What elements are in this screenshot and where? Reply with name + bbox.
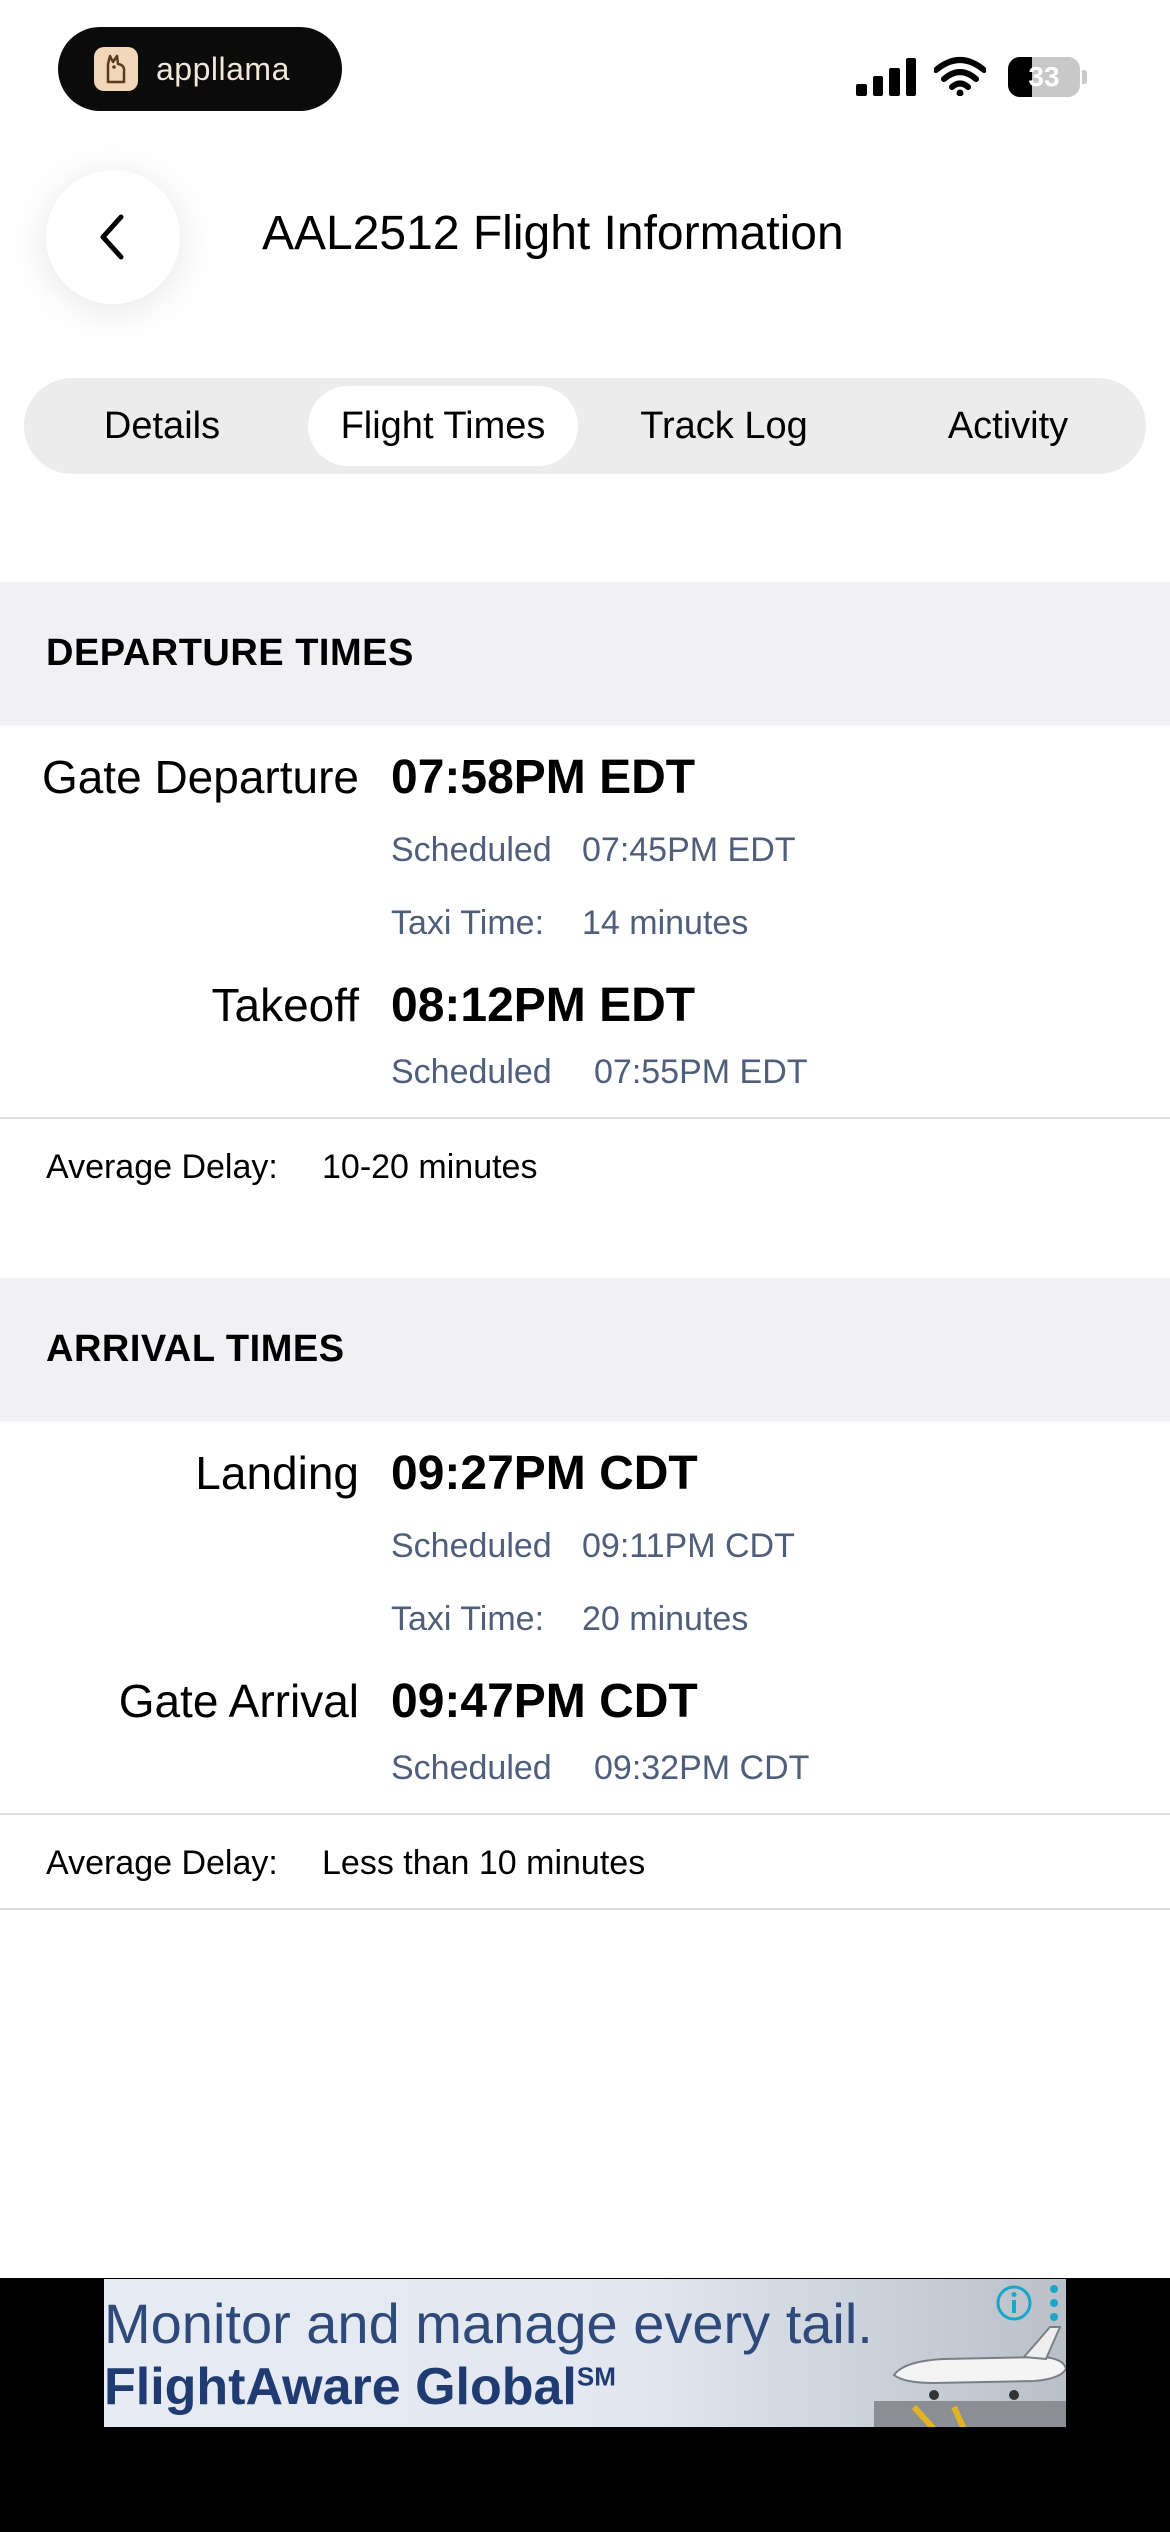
takeoff-label: Takeoff <box>211 979 359 1031</box>
service-mark: SM <box>576 2361 616 2392</box>
takeoff-scheduled-label: Scheduled <box>391 1053 552 1091</box>
arrival-section-header: ARRIVAL TIMES <box>0 1278 1170 1422</box>
takeoff-scheduled: 07:55PM EDT <box>594 1053 808 1091</box>
tab-activity[interactable]: Activity <box>870 386 1146 466</box>
arrival-taxi-label: Taxi Time: <box>391 1600 545 1638</box>
landing-time: 09:27PM CDT <box>391 1447 698 1500</box>
divider <box>0 1117 1170 1119</box>
cellular-signal-icon <box>856 58 916 96</box>
gate-departure-label: Gate Departure <box>41 751 359 803</box>
battery-icon: 33 <box>1008 57 1088 97</box>
ad-banner[interactable]: Monitor and manage every tail. FlightAwa… <box>104 2279 1066 2427</box>
arrival-average-delay-value: Less than 10 minutes <box>322 1844 646 1882</box>
arrival-taxi-value: 20 minutes <box>582 1600 749 1638</box>
back-button[interactable] <box>46 170 180 304</box>
divider <box>0 1908 1170 1910</box>
landing-scheduled-label: Scheduled <box>391 1527 552 1565</box>
landing-label: Landing <box>195 1447 359 1499</box>
segmented-tab-bar: Details Flight Times Track Log Activity <box>24 378 1146 474</box>
divider <box>0 1813 1170 1815</box>
takeoff-time: 08:12PM EDT <box>391 979 696 1032</box>
departure-heading: DEPARTURE TIMES <box>46 632 414 674</box>
gate-departure-time: 07:58PM EDT <box>391 751 696 804</box>
battery-level: 33 <box>1028 61 1060 92</box>
business-jet-image <box>874 2326 1066 2427</box>
gate-departure-scheduled: 07:45PM EDT <box>582 831 796 869</box>
llama-logo-icon <box>94 47 138 91</box>
app-badge-label: appllama <box>156 50 290 87</box>
gate-arrival-scheduled: 09:32PM CDT <box>594 1749 810 1787</box>
info-icon[interactable] <box>994 2283 1034 2328</box>
chevron-left-icon <box>100 214 124 260</box>
tab-flight-times[interactable]: Flight Times <box>308 386 578 466</box>
departure-section-header: DEPARTURE TIMES <box>0 582 1170 726</box>
app-badge[interactable]: appllama <box>58 27 342 111</box>
gate-departure-scheduled-label: Scheduled <box>391 831 552 869</box>
departure-taxi-value: 14 minutes <box>582 904 749 942</box>
ad-brand: FlightAware GlobalSM <box>104 2357 616 2417</box>
more-vertical-icon[interactable] <box>1050 2285 1058 2327</box>
gate-arrival-time: 09:47PM CDT <box>391 1675 698 1728</box>
gate-arrival-label: Gate Arrival <box>118 1675 359 1727</box>
departure-average-delay-value: 10-20 minutes <box>322 1148 538 1186</box>
tab-details[interactable]: Details <box>24 386 300 466</box>
landing-scheduled: 09:11PM CDT <box>582 1527 795 1565</box>
departure-average-delay-label: Average Delay: <box>46 1148 278 1186</box>
arrival-heading: ARRIVAL TIMES <box>46 1328 345 1370</box>
page-title: AAL2512 Flight Information <box>262 207 844 260</box>
tab-track-log[interactable]: Track Log <box>586 386 862 466</box>
ad-headline: Monitor and manage every tail. <box>104 2292 873 2355</box>
departure-taxi-label: Taxi Time: <box>391 904 545 942</box>
gate-arrival-scheduled-label: Scheduled <box>391 1749 552 1787</box>
wifi-icon <box>933 56 987 101</box>
ad-brand-name: FlightAware Global <box>104 2358 577 2416</box>
arrival-average-delay-label: Average Delay: <box>46 1844 278 1882</box>
